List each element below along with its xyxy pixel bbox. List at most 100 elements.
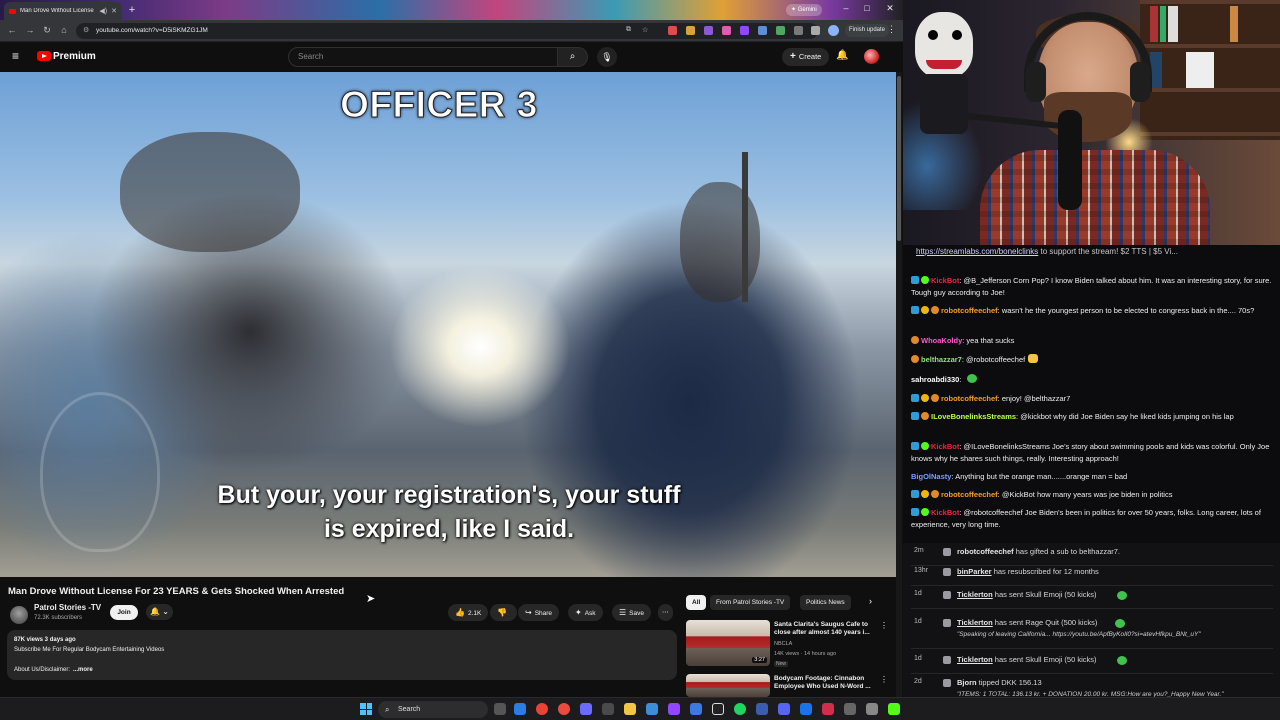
forward-icon[interactable]: → [24, 25, 36, 35]
recommended-channel[interactable]: NBCLA [774, 641, 792, 647]
app-icon[interactable] [756, 703, 768, 715]
event-username[interactable]: binParker [957, 567, 992, 576]
more-actions-button[interactable]: ⋯ [658, 604, 673, 621]
ticker-link[interactable]: https://streamlabs.com/bonelclinks [916, 247, 1038, 256]
task-view-icon[interactable] [494, 703, 506, 715]
hamburger-menu-icon[interactable]: ≡ [12, 50, 24, 62]
tab-close-icon[interactable]: ✕ [111, 7, 117, 15]
gemini-button[interactable]: ✦ Gemini [786, 4, 822, 16]
taskbar-search[interactable]: ⌕ Search [378, 701, 488, 718]
app-icon[interactable] [822, 703, 834, 715]
event-username[interactable]: Ticklerton [957, 590, 993, 599]
app-icon[interactable] [602, 703, 614, 715]
channel-name[interactable]: Patrol Stories -TV [34, 603, 101, 612]
recommended-title[interactable]: Bodycam Footage: Cinnabon Employee Who U… [774, 675, 878, 691]
app-icon[interactable] [866, 703, 878, 715]
home-icon[interactable]: ⌂ [58, 25, 70, 35]
extension-icon[interactable] [686, 26, 695, 35]
extension-icon[interactable] [668, 26, 677, 35]
twitch-icon[interactable] [668, 703, 680, 715]
event-username[interactable]: Bjorn [957, 678, 977, 687]
extensions-puzzle-icon[interactable] [794, 26, 803, 35]
chat-username[interactable]: robotcoffeechef [941, 394, 998, 403]
app-icon[interactable] [580, 703, 592, 715]
scrollbar-thumb[interactable] [897, 76, 901, 241]
chrome-icon[interactable] [558, 703, 570, 715]
video-player[interactable]: OFFICER 3 But your, your registration's,… [0, 72, 896, 577]
join-button[interactable]: Join [110, 605, 138, 620]
notifications-bell-icon[interactable]: 🔔 [836, 50, 848, 61]
chat-username[interactable]: robotcoffeechef [941, 490, 998, 499]
chip-politics-news[interactable]: Politics News [800, 595, 851, 610]
subscription-bell-button[interactable]: 🔔 ⌄ [146, 604, 173, 620]
spotify-icon[interactable] [734, 703, 746, 715]
reload-icon[interactable]: ↻ [41, 25, 53, 36]
app-icon[interactable] [844, 703, 856, 715]
chat-username[interactable]: KickBot [931, 508, 959, 517]
app-icon[interactable] [690, 703, 702, 715]
app-icon[interactable] [800, 703, 812, 715]
voice-search-button[interactable]: 🎙 [597, 47, 617, 67]
chat-username[interactable]: BigOlNasty [911, 472, 951, 481]
chat-username[interactable]: belthazzar7 [921, 355, 962, 364]
minimize-icon[interactable]: – [836, 3, 856, 13]
bookmark-star-icon[interactable]: ☆ [642, 26, 648, 34]
channel-avatar[interactable] [10, 606, 28, 624]
description-box[interactable]: 87K views 3 days ago Subscribe Me For Re… [7, 630, 677, 680]
windows-start-icon[interactable] [360, 703, 372, 715]
edge-icon[interactable] [514, 703, 526, 715]
chat-username[interactable]: ILoveBonelinksStreams [931, 412, 1016, 421]
chat-username[interactable]: KickBot [931, 442, 959, 451]
more-vertical-icon[interactable]: ⋮ [880, 621, 888, 630]
event-username[interactable]: Ticklerton [957, 655, 993, 664]
kick-icon[interactable] [888, 703, 900, 715]
save-button[interactable]: ☰ Save [612, 604, 651, 621]
extension-icon[interactable] [704, 26, 713, 35]
youtube-brand[interactable]: Premium [53, 51, 96, 62]
recommended-thumbnail[interactable] [686, 674, 770, 697]
new-tab-button[interactable]: + [126, 4, 138, 16]
event-username[interactable]: Ticklerton [957, 618, 993, 627]
recommended-thumbnail[interactable]: 3:27 [686, 620, 770, 666]
back-icon[interactable]: ← [6, 25, 18, 35]
recommended-title[interactable]: Santa Clarita's Saugus Cafe to close aft… [774, 621, 878, 637]
file-explorer-icon[interactable] [624, 703, 636, 715]
tab-audio-icon[interactable]: ◀) [99, 7, 107, 15]
twitch-extension-icon[interactable] [740, 26, 749, 35]
chat-username[interactable]: sahroabdi330 [911, 375, 959, 384]
chip-all[interactable]: All [686, 595, 707, 610]
create-button[interactable]: + Create [782, 48, 830, 66]
account-avatar[interactable] [864, 49, 879, 64]
extension-icon[interactable] [758, 26, 767, 35]
dislike-button[interactable]: 👎 [490, 604, 517, 621]
finish-update-button[interactable]: Finish update [845, 24, 890, 37]
downloads-icon[interactable] [811, 26, 820, 35]
youtube-logo-icon[interactable] [37, 51, 51, 61]
extension-icon[interactable] [776, 26, 785, 35]
chip-from-channel[interactable]: From Patrol Stories -TV [710, 595, 791, 610]
chat-username[interactable]: robotcoffeechef [941, 306, 998, 315]
browser-tab[interactable]: Man Drove Without License ◀) ✕ [4, 2, 122, 20]
maximize-icon[interactable]: □ [857, 3, 877, 13]
obs-icon[interactable] [712, 703, 724, 715]
install-app-icon[interactable]: ⧉ [626, 26, 631, 34]
search-input[interactable]: Search [288, 47, 558, 67]
event-username[interactable]: robotcoffeechef [957, 547, 1014, 556]
ask-button[interactable]: ✦ Ask [568, 604, 603, 621]
chat-username[interactable]: WhoaKoldy [921, 336, 962, 345]
search-button[interactable]: ⌕ [558, 47, 588, 67]
discord-icon[interactable] [778, 703, 790, 715]
chevron-right-icon[interactable]: › [869, 596, 872, 606]
browser-menu-icon[interactable]: ⋮ [887, 24, 896, 35]
app-icon[interactable] [646, 703, 658, 715]
site-info-icon[interactable]: ⚙ [83, 26, 89, 34]
chrome-icon[interactable] [536, 703, 548, 715]
more-vertical-icon[interactable]: ⋮ [880, 675, 888, 684]
close-window-icon[interactable]: ✕ [880, 3, 900, 14]
share-button[interactable]: ↪ Share [518, 604, 560, 621]
chat-username[interactable]: KickBot [931, 276, 959, 285]
extension-icon[interactable] [722, 26, 731, 35]
browser-profile-avatar[interactable] [828, 25, 839, 36]
show-more-link[interactable]: ...more [73, 667, 93, 673]
like-button[interactable]: 👍 2.1K [448, 604, 489, 621]
